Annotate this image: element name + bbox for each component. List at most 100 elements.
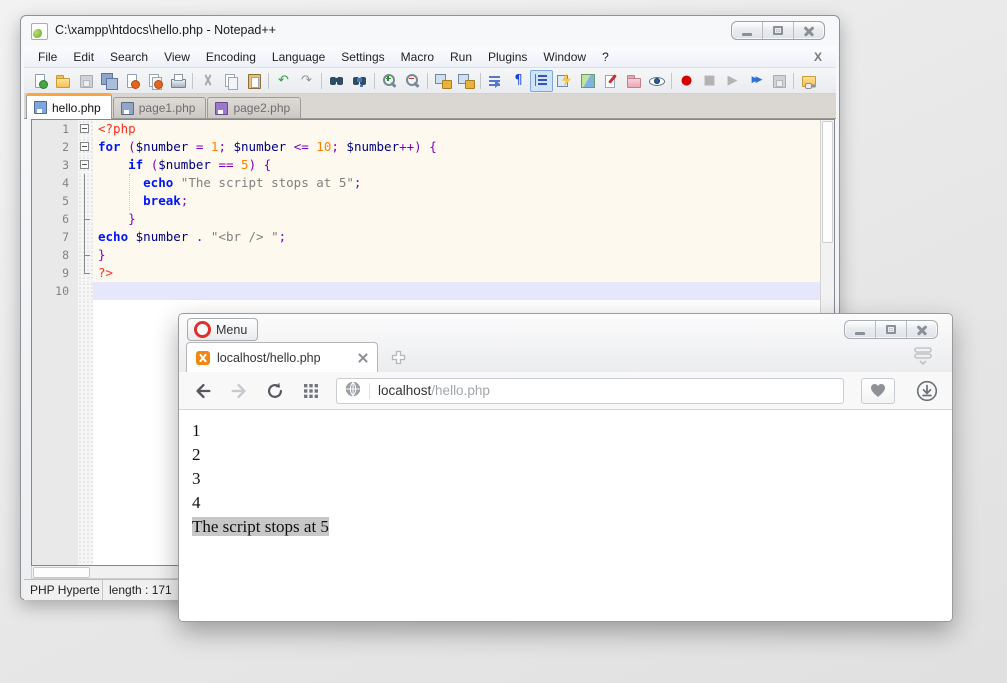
file-tab-page2.php[interactable]: page2.php (207, 97, 301, 118)
show-all-characters-button[interactable]: ¶ (507, 70, 530, 92)
fold-margin[interactable] (78, 228, 93, 246)
redo-button[interactable]: ↷ (295, 70, 318, 92)
code-text: break; (93, 192, 820, 210)
menu-item-settings[interactable]: Settings (333, 47, 392, 67)
menu-item-plugins[interactable]: Plugins (480, 47, 535, 67)
tab-close-icon[interactable] (358, 353, 368, 363)
macro-stop-button[interactable]: ■ (698, 70, 721, 92)
menu-item-run[interactable]: Run (442, 47, 480, 67)
menu-item-file[interactable]: File (30, 47, 65, 67)
close-button[interactable] (906, 321, 937, 338)
menu-item-help[interactable]: ? (594, 47, 617, 67)
indent-guide-button[interactable] (530, 70, 553, 92)
opera-menu-button[interactable]: Menu (187, 318, 258, 341)
fold-margin[interactable] (78, 264, 93, 282)
token: $number (158, 157, 211, 172)
undo-button[interactable]: ↶ (272, 70, 295, 92)
view-eye-button[interactable] (645, 70, 668, 92)
copy-button[interactable] (219, 70, 242, 92)
line-number: 2 (32, 138, 78, 156)
fold-marker-box[interactable] (80, 160, 89, 169)
globe-icon (345, 381, 361, 400)
save-all-button[interactable] (97, 70, 120, 92)
maximize-button[interactable] (875, 321, 906, 338)
file-tab-page1.php[interactable]: page1.php (113, 97, 207, 118)
output-line-highlighted: The script stops at 5 (192, 515, 939, 539)
folder-as-workspace-button[interactable] (622, 70, 645, 92)
save-file-button[interactable] (74, 70, 97, 92)
fold-margin[interactable] (78, 210, 93, 228)
download-button[interactable] (915, 379, 939, 403)
restore-button[interactable] (762, 22, 793, 39)
menu-item-edit[interactable]: Edit (65, 47, 102, 67)
fold-margin[interactable] (78, 174, 93, 192)
menu-item-encoding[interactable]: Encoding (198, 47, 264, 67)
replace-button[interactable] (348, 70, 371, 92)
sync-vertical-scroll-icon (434, 72, 451, 89)
reload-button[interactable] (264, 380, 286, 402)
fold-marker-box[interactable] (80, 124, 89, 133)
code-text (93, 282, 820, 300)
macro-run-multiple-button[interactable]: ▶▶ (744, 70, 767, 92)
address-bar[interactable]: localhost/hello.php (336, 378, 844, 404)
minimize-button[interactable] (845, 321, 875, 338)
close-file-button[interactable] (120, 70, 143, 92)
document-close-icon[interactable]: X (806, 50, 830, 64)
token (128, 229, 136, 244)
print-button[interactable] (166, 70, 189, 92)
browser-tab-localhost[interactable]: localhost/hello.php (186, 342, 378, 372)
menu-item-window[interactable]: Window (535, 47, 594, 67)
opera-window: Menu localhost/hello.php (178, 313, 953, 622)
token (98, 175, 143, 190)
fold-margin[interactable] (78, 120, 93, 138)
menu-item-search[interactable]: Search (102, 47, 156, 67)
paste-button[interactable] (242, 70, 265, 92)
function-list-button[interactable] (797, 70, 820, 92)
document-map-button[interactable] (576, 70, 599, 92)
token: == (211, 157, 241, 172)
fold-margin[interactable] (78, 156, 93, 174)
new-file-button[interactable] (28, 70, 51, 92)
indent-guide (129, 192, 130, 210)
code-line-5: 5 break; (32, 192, 820, 210)
find-button[interactable] (325, 70, 348, 92)
menu-item-view[interactable]: View (156, 47, 198, 67)
word-wrap-button[interactable] (484, 70, 507, 92)
minimize-button[interactable] (732, 22, 762, 39)
fold-margin[interactable] (78, 138, 93, 156)
cut-button[interactable] (196, 70, 219, 92)
output-line: 1 (192, 419, 939, 443)
macro-record-button[interactable]: ● (675, 70, 698, 92)
zoom-in-button[interactable] (378, 70, 401, 92)
document-switcher-button[interactable] (599, 70, 622, 92)
word-wrap-icon (487, 72, 504, 89)
fold-margin[interactable] (78, 282, 93, 300)
sync-vertical-scroll-button[interactable] (431, 70, 454, 92)
macro-save-button[interactable] (767, 70, 790, 92)
tab-menu-icon[interactable] (912, 346, 934, 371)
menu-item-language[interactable]: Language (264, 47, 333, 67)
vertical-scrollbar-thumb[interactable] (822, 121, 833, 243)
fold-marker-box[interactable] (80, 142, 89, 151)
macro-play-button[interactable]: ▶ (721, 70, 744, 92)
file-tab-hello.php[interactable]: hello.php (26, 93, 112, 119)
speed-dial-icon[interactable] (300, 380, 322, 402)
zoom-out-button[interactable] (401, 70, 424, 92)
bookmark-heart-button[interactable] (861, 378, 895, 404)
close-all-button[interactable] (143, 70, 166, 92)
sync-horizontal-scroll-icon (457, 72, 474, 89)
restore-icon (773, 26, 783, 35)
open-file-button[interactable] (51, 70, 74, 92)
close-button[interactable] (793, 22, 824, 39)
new-tab-button[interactable] (391, 350, 406, 365)
sync-horizontal-scroll-button[interactable] (454, 70, 477, 92)
fold-margin[interactable] (78, 192, 93, 210)
horizontal-scrollbar-thumb[interactable] (33, 567, 90, 578)
function-list-icon (800, 72, 817, 89)
function-completion-button[interactable] (553, 70, 576, 92)
notepadpp-titlebar[interactable]: C:\xampp\htdocs\hello.php - Notepad++ (21, 16, 839, 46)
fold-margin[interactable] (78, 246, 93, 264)
back-button[interactable] (192, 380, 214, 402)
menu-item-macro[interactable]: Macro (393, 47, 442, 67)
forward-button[interactable] (228, 380, 250, 402)
